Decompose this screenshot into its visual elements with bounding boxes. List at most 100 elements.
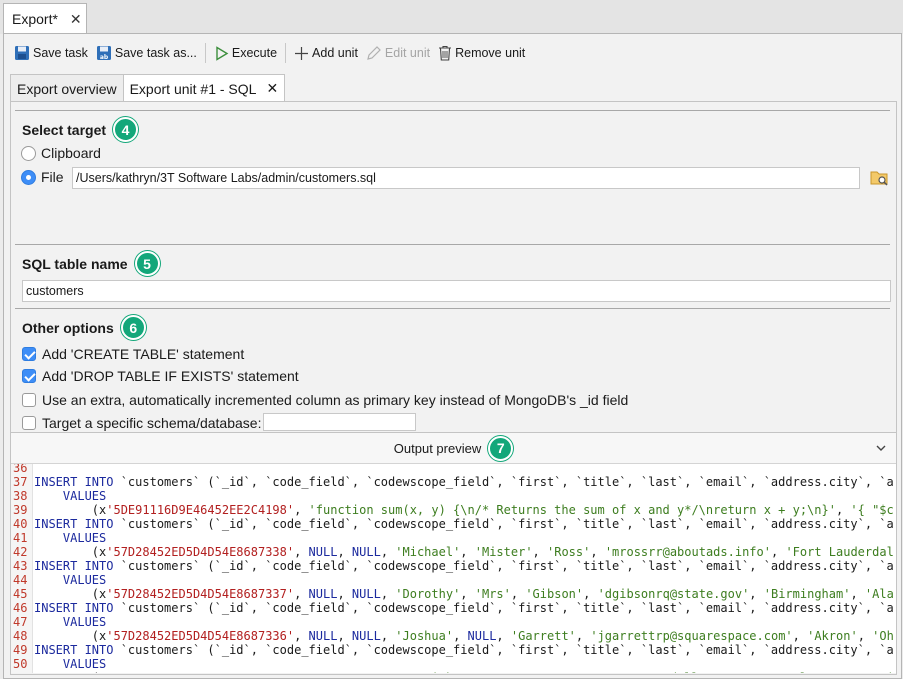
code-token: `customers` (`_id`, `code_field`, `codew… bbox=[113, 559, 894, 573]
code-token: , bbox=[294, 545, 309, 559]
line-number: 37 bbox=[13, 475, 28, 489]
code-token: , bbox=[380, 587, 396, 601]
create-table-option[interactable]: Add 'CREATE TABLE' statement bbox=[22, 346, 244, 362]
line-number: 43 bbox=[13, 559, 28, 573]
chevron-down-icon[interactable] bbox=[874, 441, 888, 455]
sql-table-name-input[interactable] bbox=[22, 280, 891, 302]
select-target-title: Select target bbox=[22, 121, 107, 138]
code-line: 49 INSERT INTO `customers` (`_id`, `code_… bbox=[11, 643, 896, 657]
remove-unit-label: Remove unit bbox=[455, 46, 526, 60]
code-token: 'Oh bbox=[872, 629, 894, 643]
execute-button[interactable]: Execute bbox=[210, 40, 281, 66]
code-token: , bbox=[590, 545, 605, 559]
tab-export[interactable]: Export* ✕ bbox=[3, 3, 87, 34]
drop-table-label: Add 'DROP TABLE IF EXISTS' statement bbox=[42, 368, 299, 384]
clipboard-radio-row[interactable]: Clipboard bbox=[21, 145, 101, 161]
code-line: 38 VALUES bbox=[11, 489, 896, 503]
file-radio[interactable] bbox=[21, 169, 36, 185]
line-number: 46 bbox=[13, 601, 28, 615]
edit-unit-button[interactable]: Edit unit bbox=[362, 40, 434, 66]
file-path-input[interactable] bbox=[72, 167, 860, 189]
code-token: `customers` (`_id`, `code_field`, `codew… bbox=[113, 517, 894, 531]
output-preview-code[interactable]: 36 37 INSERT INTO `customers` (`_id`, `cod… bbox=[11, 464, 896, 673]
clipboard-radio[interactable] bbox=[21, 145, 36, 161]
code-token: NULL bbox=[351, 587, 381, 601]
line-number: 41 bbox=[13, 531, 28, 545]
extra-column-label: Use an extra, automatically incremented … bbox=[42, 392, 629, 408]
code-token: , bbox=[532, 545, 547, 559]
line-number: 44 bbox=[13, 573, 28, 587]
file-radio-row[interactable]: File bbox=[21, 169, 64, 185]
tab-export-unit[interactable]: Export unit #1 - SQL ✕ bbox=[122, 74, 286, 102]
browse-button[interactable] bbox=[870, 168, 890, 188]
target-schema-option[interactable]: Target a specific schema/database: bbox=[22, 415, 261, 431]
floppy-disk-as-icon: ab bbox=[96, 46, 111, 61]
drop-table-checkbox[interactable] bbox=[22, 369, 36, 383]
save-task-label: Save task bbox=[33, 46, 88, 60]
divider bbox=[15, 110, 890, 111]
code-token: '57D28452ED5D4D54E8687335' bbox=[106, 671, 294, 673]
code-token: , bbox=[380, 629, 396, 643]
step-badge: 7 bbox=[488, 435, 514, 461]
code-text: (x'5DE91116D9E46452EE2C4198', 'function … bbox=[34, 503, 894, 517]
drop-table-option[interactable]: Add 'DROP TABLE IF EXISTS' statement bbox=[22, 368, 299, 384]
close-icon[interactable]: ✕ bbox=[266, 80, 278, 97]
code-token: 'function sum(x, y) {\n/* Returns the su… bbox=[308, 503, 836, 517]
line-number: 49 bbox=[13, 643, 28, 657]
code-token: , bbox=[749, 587, 764, 601]
divider bbox=[15, 308, 890, 309]
code-token: 'pmurrayro@dell.com' bbox=[590, 671, 735, 673]
code-line: 40 INSERT INTO `customers` (`_id`, `code_… bbox=[11, 517, 896, 531]
code-token: 'Mister' bbox=[474, 545, 533, 559]
output-preview-title: Output preview bbox=[393, 440, 482, 456]
code-token: 'Garrett' bbox=[510, 629, 576, 643]
sql-table-title: SQL table name bbox=[22, 255, 128, 272]
outer-tab-bar: Export* ✕ bbox=[0, 0, 903, 34]
code-token: VALUES bbox=[62, 531, 107, 545]
code-token: , bbox=[857, 629, 873, 643]
play-icon bbox=[216, 45, 229, 61]
close-icon[interactable]: ✕ bbox=[70, 11, 82, 28]
line-number: 36 bbox=[13, 464, 28, 475]
code-token: 'Akron' bbox=[807, 629, 858, 643]
save-task-as-label: Save task as... bbox=[114, 46, 197, 60]
code-token: , bbox=[770, 545, 786, 559]
code-text: (x'57D28452ED5D4D54E8687338', NULL, NULL… bbox=[34, 545, 894, 559]
code-token: 'Patrick' bbox=[395, 671, 460, 673]
code-token: INSERT INTO bbox=[34, 475, 114, 489]
pencil-icon bbox=[367, 46, 381, 60]
code-token: 'Mrs' bbox=[474, 587, 511, 601]
line-number: 40 bbox=[13, 517, 28, 531]
toolbar-separator bbox=[285, 43, 287, 63]
extra-column-option[interactable]: Use an extra, automatically incremented … bbox=[22, 392, 628, 408]
code-token: , bbox=[294, 629, 309, 643]
tab-export-label: Export* bbox=[12, 11, 58, 27]
code-token: INSERT INTO bbox=[34, 559, 114, 573]
code-token: 'Loui bbox=[858, 671, 894, 673]
target-schema-input[interactable] bbox=[263, 413, 416, 431]
target-schema-checkbox[interactable] bbox=[22, 416, 36, 430]
select-target-heading: Select target 4 bbox=[22, 117, 139, 142]
save-task-as-button[interactable]: ab Save task as... bbox=[92, 40, 201, 66]
code-token: , bbox=[583, 587, 598, 601]
code-token: NULL bbox=[467, 629, 497, 643]
toolbar-separator bbox=[204, 43, 206, 63]
save-task-button[interactable]: Save task bbox=[10, 40, 92, 66]
tab-export-overview[interactable]: Export overview bbox=[10, 74, 124, 102]
create-table-checkbox[interactable] bbox=[22, 347, 36, 361]
extra-column-checkbox[interactable] bbox=[22, 393, 36, 407]
code-text: INSERT INTO `customers` (`_id`, `code_fi… bbox=[34, 475, 894, 489]
code-token: NULL bbox=[351, 545, 381, 559]
code-text: VALUES bbox=[34, 657, 106, 671]
remove-unit-button[interactable]: Remove unit bbox=[434, 40, 529, 66]
code-token: , bbox=[850, 587, 865, 601]
output-preview-header[interactable]: Output preview 7 bbox=[11, 432, 896, 464]
code-token: , bbox=[380, 545, 396, 559]
export-panel: Save task ab Save task as... Execute Add… bbox=[3, 33, 902, 679]
code-token: '{ "$c bbox=[850, 503, 894, 517]
code-token: , bbox=[337, 587, 352, 601]
code-token: '57D28452ED5D4D54E8687337' bbox=[106, 587, 295, 601]
plus-icon bbox=[295, 46, 309, 60]
add-unit-button[interactable]: Add unit bbox=[290, 40, 362, 66]
code-token: (x bbox=[34, 629, 107, 643]
